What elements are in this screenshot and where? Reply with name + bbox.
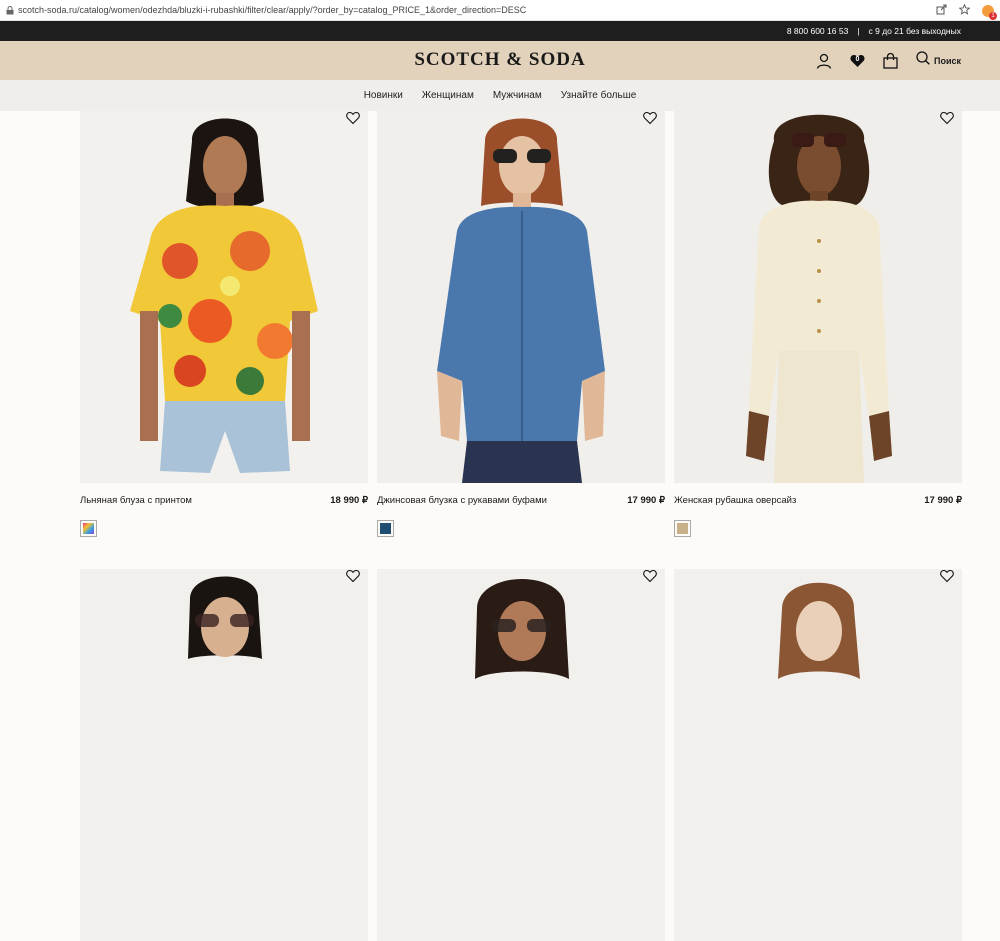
product-card[interactable] <box>377 569 665 941</box>
extension-icon[interactable]: 1 <box>982 4 997 20</box>
browser-address-bar: scotch-soda.ru/catalog/women/odezhda/blu… <box>0 0 1000 21</box>
add-to-wishlist-heart-icon[interactable] <box>940 111 954 125</box>
color-swatch[interactable] <box>80 520 97 537</box>
share-icon[interactable] <box>936 2 947 20</box>
wishlist-heart-icon[interactable]: 0 <box>850 54 865 68</box>
search-label: Поиск <box>933 55 961 66</box>
product-photo[interactable] <box>377 569 665 941</box>
phone-number[interactable]: 8 800 600 16 53 <box>787 26 848 36</box>
product-card[interactable]: Льняная блуза с принтом 18 990 ₽ <box>80 111 368 537</box>
color-swatch[interactable] <box>674 520 691 537</box>
add-to-wishlist-heart-icon[interactable] <box>346 111 360 125</box>
product-price: 17 990 ₽ <box>627 495 665 506</box>
swatch-fill <box>380 523 391 534</box>
user-icon[interactable] <box>816 53 832 69</box>
product-name[interactable]: Женская рубашка оверсайз <box>674 495 796 506</box>
product-name[interactable]: Льняная блуза с принтом <box>80 495 192 506</box>
add-to-wishlist-heart-icon[interactable] <box>940 569 954 583</box>
nav-item-men[interactable]: Мужчинам <box>493 90 542 101</box>
wishlist-count: 0 <box>855 55 860 63</box>
info-separator: | <box>857 26 860 36</box>
add-to-wishlist-heart-icon[interactable] <box>643 569 657 583</box>
search-button[interactable]: Поиск <box>916 51 961 70</box>
swatch-fill <box>677 523 688 534</box>
search-icon <box>916 51 930 70</box>
cart-bag-icon[interactable] <box>883 52 898 69</box>
url-field[interactable]: scotch-soda.ru/catalog/women/odezhda/blu… <box>18 5 526 15</box>
product-photo[interactable] <box>674 111 962 483</box>
bookmark-star-icon[interactable] <box>958 2 971 20</box>
product-photo[interactable] <box>674 569 962 941</box>
top-info-bar: 8 800 600 16 53 | с 9 до 21 без выходных <box>0 21 1000 41</box>
product-card[interactable]: Женская рубашка оверсайз 17 990 ₽ <box>674 111 962 537</box>
product-photo[interactable] <box>377 111 665 483</box>
lock-icon <box>2 0 18 21</box>
product-price: 18 990 ₽ <box>330 495 368 506</box>
nav-item-new[interactable]: Новинки <box>364 90 403 101</box>
main-navigation: Новинки Женщинам Мужчинам Узнайте больше <box>0 80 1000 111</box>
product-photo[interactable] <box>80 569 368 941</box>
product-card[interactable] <box>674 569 962 941</box>
nav-item-women[interactable]: Женщинам <box>422 90 474 101</box>
color-swatch[interactable] <box>377 520 394 537</box>
product-name[interactable]: Джинсовая блузка с рукавами буфами <box>377 495 547 506</box>
product-card[interactable] <box>80 569 368 941</box>
product-price: 17 990 ₽ <box>924 495 962 506</box>
product-card[interactable]: Джинсовая блузка с рукавами буфами 17 99… <box>377 111 665 537</box>
site-header: SCOTCH & SODA 0 Поиск <box>0 41 1000 80</box>
product-photo[interactable] <box>80 111 368 483</box>
add-to-wishlist-heart-icon[interactable] <box>643 111 657 125</box>
working-hours: с 9 до 21 без выходных <box>868 26 961 36</box>
add-to-wishlist-heart-icon[interactable] <box>346 569 360 583</box>
nav-item-learn-more[interactable]: Узнайте больше <box>561 90 637 101</box>
